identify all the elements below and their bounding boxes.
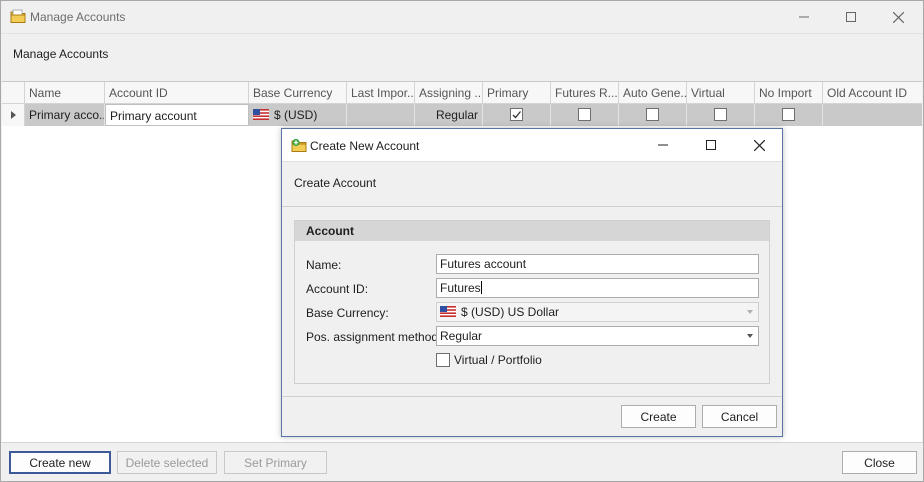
maximize-button[interactable] bbox=[828, 1, 874, 33]
delete-selected-button[interactable]: Delete selected bbox=[117, 451, 217, 474]
cell-last-import[interactable] bbox=[347, 104, 415, 126]
account-group: Account Name: Futures account Account ID… bbox=[294, 220, 770, 384]
create-new-button[interactable]: Create new bbox=[9, 451, 111, 474]
base-currency-value: $ (USD) US Dollar bbox=[461, 305, 560, 319]
virtual-portfolio-checkbox[interactable] bbox=[436, 353, 450, 367]
minimize-button[interactable] bbox=[781, 1, 827, 33]
pos-assignment-label: Pos. assignment method bbox=[306, 330, 439, 344]
futures-r-checkbox[interactable] bbox=[578, 108, 591, 121]
primary-checkbox[interactable] bbox=[510, 108, 523, 121]
header-band: Manage Accounts bbox=[1, 33, 923, 81]
cell-old-account-id[interactable] bbox=[823, 104, 922, 126]
dialog-title: Create New Account bbox=[310, 139, 420, 153]
cancel-button[interactable]: Cancel bbox=[702, 405, 777, 428]
window-title: Manage Accounts bbox=[30, 10, 126, 24]
dialog-minimize-button[interactable] bbox=[640, 129, 686, 161]
chevron-down-icon bbox=[747, 310, 753, 314]
row-pointer-icon bbox=[11, 111, 16, 119]
cell-base-currency[interactable]: $ (USD) bbox=[249, 104, 347, 126]
column-header-auto-gene[interactable]: Auto Gene... bbox=[619, 82, 687, 104]
virtual-portfolio-option[interactable]: Virtual / Portfolio bbox=[436, 352, 542, 368]
pos-assignment-select[interactable]: Regular bbox=[436, 326, 759, 346]
title-bar: Manage Accounts bbox=[1, 1, 923, 33]
dialog-maximize-button[interactable] bbox=[688, 129, 734, 161]
minimize-icon bbox=[799, 16, 809, 18]
cell-virtual[interactable] bbox=[687, 104, 755, 126]
us-flag-icon bbox=[440, 306, 456, 317]
account-id-field[interactable]: Futures bbox=[436, 278, 759, 298]
cell-assigning[interactable]: Regular bbox=[415, 104, 483, 126]
minimize-icon bbox=[658, 144, 668, 146]
column-header-old-account-id[interactable]: Old Account ID bbox=[823, 82, 922, 104]
account-id-label: Account ID: bbox=[306, 282, 369, 296]
column-header-futures-r[interactable]: Futures R... bbox=[551, 82, 619, 104]
footer-bar: Create new Delete selected Set Primary C… bbox=[1, 442, 923, 481]
close-icon bbox=[753, 139, 765, 151]
folder-icon bbox=[10, 9, 26, 27]
grid-header: Name Account ID Base Currency Last Impor… bbox=[2, 82, 922, 104]
close-icon bbox=[892, 11, 904, 23]
column-header-name[interactable]: Name bbox=[25, 82, 105, 104]
cell-futures-r[interactable] bbox=[551, 104, 619, 126]
column-header-assigning[interactable]: Assigning ... bbox=[415, 82, 483, 104]
virtual-portfolio-label: Virtual / Portfolio bbox=[454, 353, 542, 367]
account-group-title: Account bbox=[295, 221, 769, 241]
cell-auto-gene[interactable] bbox=[619, 104, 687, 126]
cell-account-id[interactable]: Primary account bbox=[105, 104, 249, 126]
row-indicator[interactable] bbox=[2, 104, 25, 126]
checkmark-icon bbox=[512, 111, 521, 119]
dialog-close-button[interactable] bbox=[736, 129, 782, 161]
base-currency-select[interactable]: $ (USD) US Dollar bbox=[436, 302, 759, 322]
set-primary-button[interactable]: Set Primary bbox=[224, 451, 327, 474]
row-indicator-header bbox=[2, 82, 25, 104]
column-header-account-id[interactable]: Account ID bbox=[105, 82, 249, 104]
cell-base-currency-text: $ (USD) bbox=[274, 108, 318, 122]
account-id-text: Futures bbox=[440, 281, 481, 295]
dialog-separator bbox=[282, 396, 782, 397]
column-header-virtual[interactable]: Virtual bbox=[687, 82, 755, 104]
column-header-primary[interactable]: Primary bbox=[483, 82, 551, 104]
us-flag-icon bbox=[253, 109, 269, 120]
cell-no-import[interactable] bbox=[755, 104, 823, 126]
folder-add-icon bbox=[291, 138, 307, 156]
maximize-icon bbox=[846, 12, 856, 22]
close-button[interactable]: Close bbox=[842, 451, 917, 474]
chevron-down-icon bbox=[747, 334, 753, 338]
cell-primary[interactable] bbox=[483, 104, 551, 126]
column-header-no-import[interactable]: No Import bbox=[755, 82, 823, 104]
create-button[interactable]: Create bbox=[621, 405, 696, 428]
text-caret bbox=[480, 281, 482, 294]
auto-gene-checkbox[interactable] bbox=[646, 108, 659, 121]
column-header-base-currency[interactable]: Base Currency bbox=[249, 82, 347, 104]
column-header-last-import[interactable]: Last Impor... bbox=[347, 82, 415, 104]
table-row[interactable]: Primary acco... Primary account $ (USD) … bbox=[2, 104, 922, 126]
dialog-header: Create Account bbox=[282, 161, 782, 207]
no-import-checkbox[interactable] bbox=[782, 108, 795, 121]
name-field[interactable]: Futures account bbox=[436, 254, 759, 274]
page-title: Manage Accounts bbox=[13, 47, 109, 61]
dialog-heading: Create Account bbox=[294, 176, 377, 190]
base-currency-label: Base Currency: bbox=[306, 306, 389, 320]
create-account-dialog: Create New Account Create Account Accoun… bbox=[281, 128, 783, 437]
cell-name[interactable]: Primary acco... bbox=[25, 104, 105, 126]
virtual-checkbox[interactable] bbox=[714, 108, 727, 121]
dialog-title-bar: Create New Account bbox=[282, 129, 782, 161]
pos-assignment-value: Regular bbox=[440, 329, 483, 343]
maximize-icon bbox=[706, 140, 716, 150]
close-window-button[interactable] bbox=[875, 1, 921, 33]
name-label: Name: bbox=[306, 258, 342, 272]
